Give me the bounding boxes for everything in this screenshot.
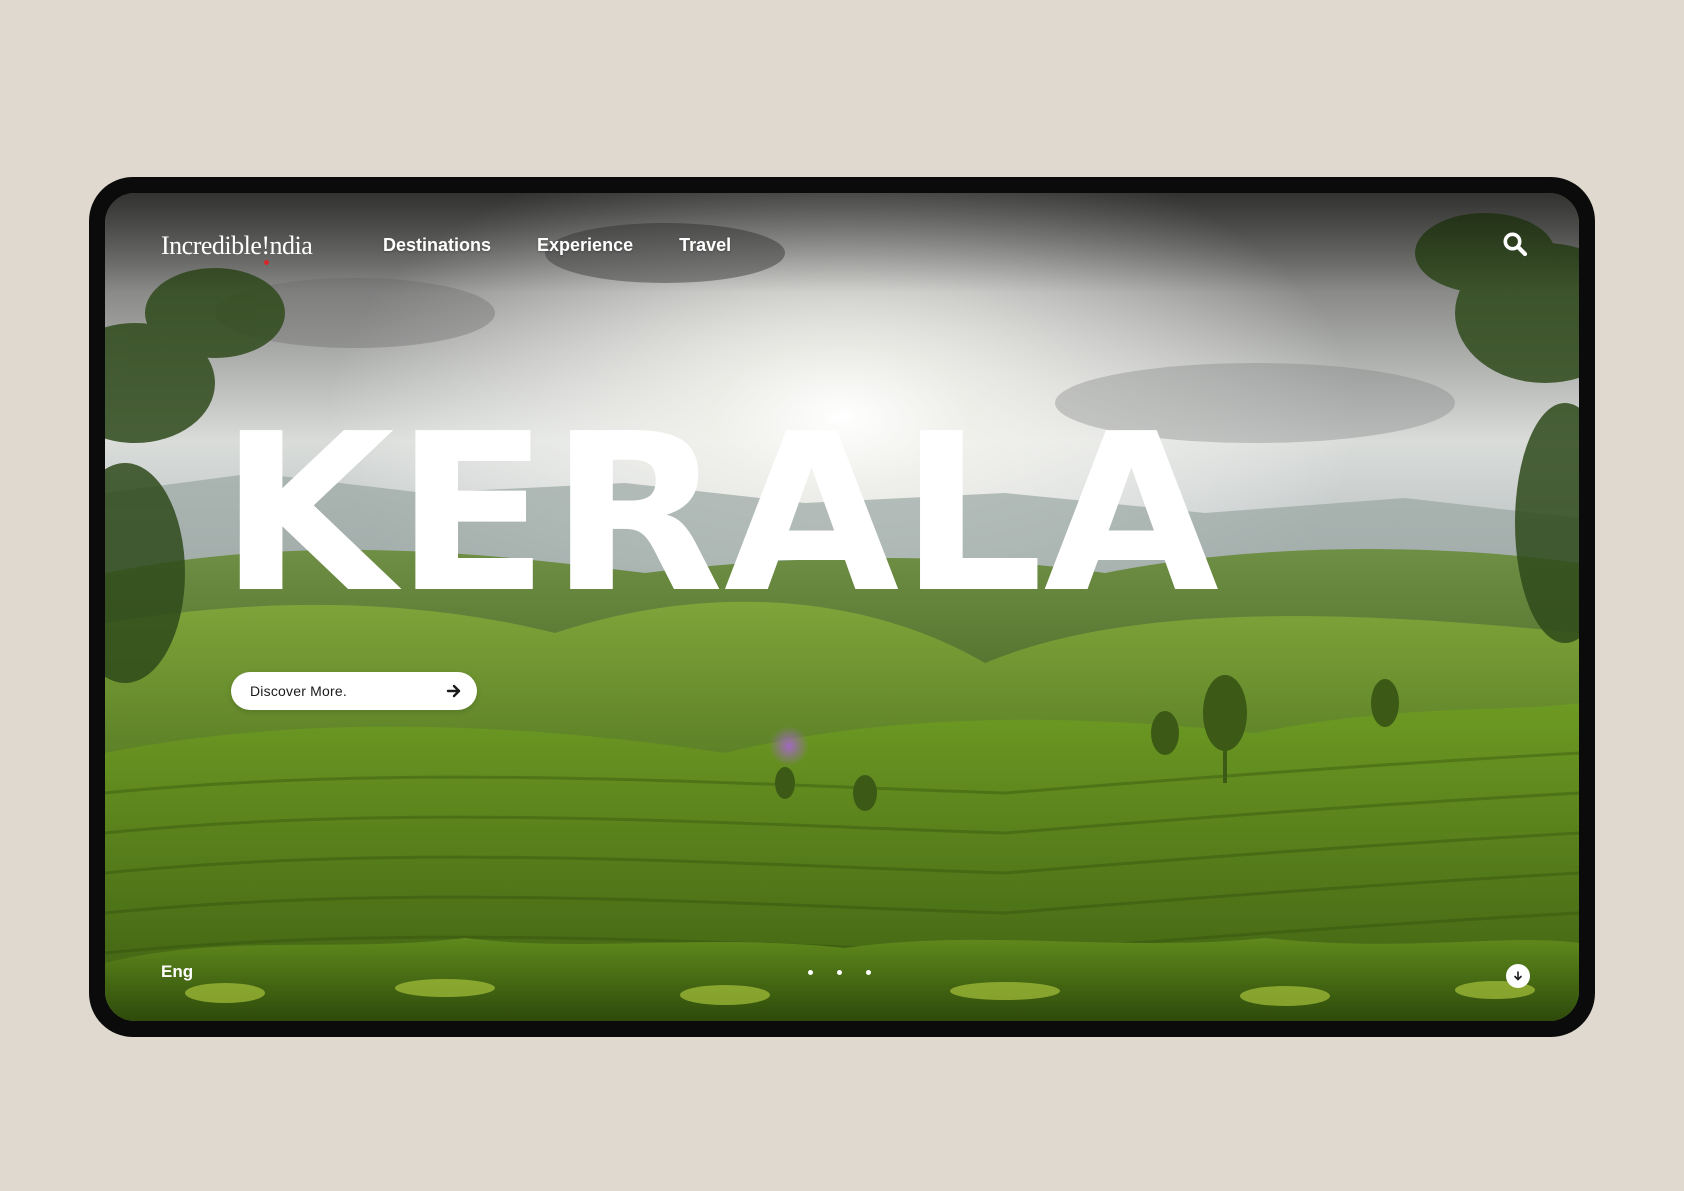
hero-title-text: KERALA xyxy=(219,388,1219,641)
search-button[interactable] xyxy=(1500,229,1530,259)
logo-red-dot xyxy=(264,260,269,265)
nav-item-destinations[interactable]: Destinations xyxy=(383,235,491,256)
nav-item-travel[interactable]: Travel xyxy=(679,235,731,256)
arrow-down-icon xyxy=(1514,971,1522,981)
discover-more-label: Discover More. xyxy=(250,683,347,699)
slide-dot-2[interactable] xyxy=(837,970,842,975)
slide-dot-3[interactable] xyxy=(866,970,871,975)
hero-screen: Incredible!ndia Destinations Experience … xyxy=(105,193,1579,1021)
search-icon xyxy=(1503,232,1528,257)
brand-logo[interactable]: Incredible!ndia xyxy=(161,231,313,265)
slide-dot-1[interactable] xyxy=(808,970,813,975)
nav-item-experience[interactable]: Experience xyxy=(537,235,633,256)
main-nav: Destinations Experience Travel xyxy=(383,235,731,256)
slide-pagination xyxy=(808,970,871,975)
brand-logo-text: Incredible!ndia xyxy=(161,231,313,260)
language-selector[interactable]: Eng xyxy=(161,962,193,982)
hero-title: KERALA xyxy=(219,388,1219,641)
device-frame: Incredible!ndia Destinations Experience … xyxy=(89,177,1595,1037)
scroll-down-button[interactable] xyxy=(1506,964,1530,988)
arrow-right-icon xyxy=(446,684,461,698)
discover-more-button[interactable]: Discover More. xyxy=(231,672,477,710)
